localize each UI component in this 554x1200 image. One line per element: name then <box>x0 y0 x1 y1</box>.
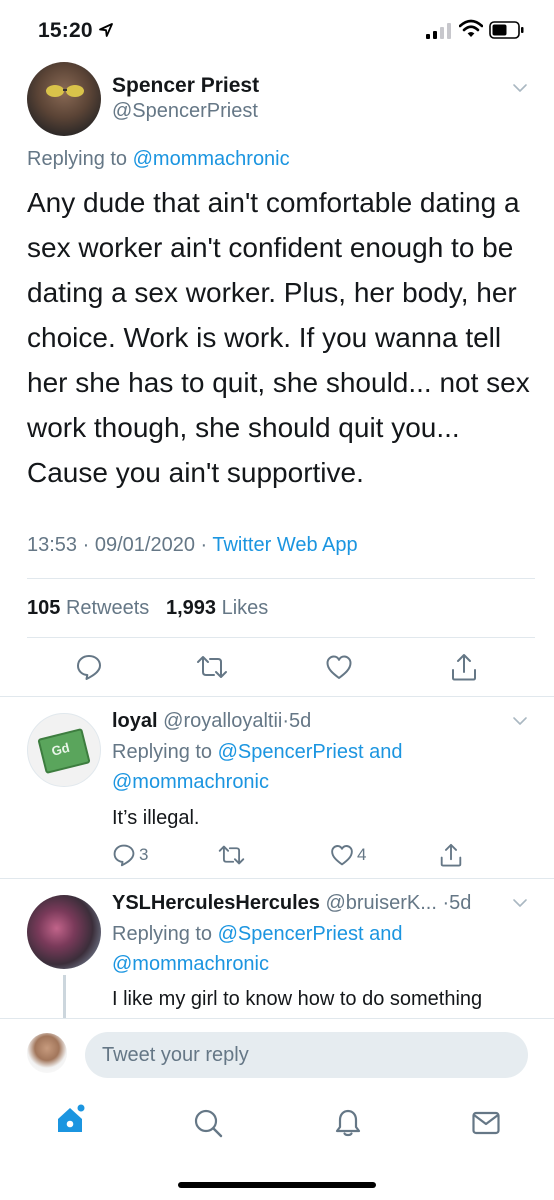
reply-input-placeholder: Tweet your reply <box>102 1044 249 1066</box>
like-count: 4 <box>357 845 367 864</box>
tweet-actions <box>0 653 554 683</box>
user-handle[interactable]: @bruiserK... <box>325 892 436 914</box>
location-arrow-icon <box>99 23 113 37</box>
avatar[interactable] <box>27 895 101 969</box>
messages-icon[interactable] <box>471 1108 501 1138</box>
reply-header: loyal @royalloyaltii·5d <box>112 710 312 732</box>
reply-text: It’s illegal. <box>112 807 200 829</box>
thread-line <box>63 975 66 1019</box>
like-icon[interactable] <box>325 653 353 681</box>
tweet-text: Any dude that ain't comfortable dating a… <box>27 187 530 488</box>
home-indicator[interactable] <box>178 1182 376 1188</box>
replying-to-link[interactable]: @SpencerPriest <box>218 741 364 763</box>
replying-to-prefix: Replying to <box>112 923 213 945</box>
tweet-time: 13:53 <box>27 534 78 556</box>
replying-to-link[interactable]: @mommachronic <box>112 953 269 975</box>
replying-to: Replying to @SpencerPriest and <box>112 741 402 764</box>
replying-to-second: @mommachronic <box>112 953 269 976</box>
reply-header: YSLHerculesHercules @bruiserK... ·5d <box>112 892 472 914</box>
reply-age: 5d <box>289 710 312 732</box>
status-bar: 15:20 <box>0 0 554 60</box>
tweet-meta: 13:53 · 09/01/2020 · Twitter Web App <box>27 534 358 556</box>
status-time: 15:20 <box>38 19 93 42</box>
reply-tweet[interactable]: YSLHerculesHercules @bruiserK... ·5d Rep… <box>0 879 554 1019</box>
retweet-icon[interactable] <box>218 843 245 867</box>
retweets-label: Retweets <box>65 597 150 619</box>
like-icon[interactable] <box>330 843 354 867</box>
battery-icon <box>489 21 524 39</box>
display-name[interactable]: Spencer Priest <box>112 74 259 98</box>
reply-composer: Tweet your reply <box>0 1018 554 1094</box>
home-icon[interactable] <box>55 1104 87 1136</box>
reply-input[interactable]: Tweet your reply <box>85 1032 528 1078</box>
divider <box>27 578 535 579</box>
tweet-date: 09/01/2020 <box>94 534 195 556</box>
divider <box>27 637 535 638</box>
replying-to-prefix: Replying to <box>27 148 128 170</box>
replying-to: Replying to @mommachronic <box>27 148 290 171</box>
likes-count: 1,993 <box>165 597 217 619</box>
replying-to-second: @mommachronic <box>112 771 269 794</box>
reply-icon[interactable] <box>112 843 136 867</box>
likes-label: Likes <box>221 597 269 619</box>
user-handle[interactable]: @SpencerPriest <box>112 100 258 123</box>
replying-to-link[interactable]: @mommachronic <box>133 148 290 170</box>
search-icon[interactable] <box>193 1108 223 1138</box>
reply-tweet[interactable]: Gd loyal @royalloyaltii·5d Replying to @… <box>0 697 554 877</box>
reply-actions: 3 4 <box>0 843 554 867</box>
avatar[interactable] <box>27 1033 67 1073</box>
replying-to: Replying to @SpencerPriest and <box>112 923 402 946</box>
sunglasses-graphic <box>46 85 84 97</box>
likes-stat[interactable]: 1,993 Likes <box>166 597 268 619</box>
retweet-icon[interactable] <box>196 653 228 681</box>
replying-to-prefix: Replying to <box>112 741 213 763</box>
share-icon[interactable] <box>451 653 477 681</box>
reply-count: 3 <box>139 845 149 864</box>
element-tile-graphic: Gd <box>37 727 91 775</box>
retweets-stat[interactable]: 105 Retweets <box>27 597 149 619</box>
user-handle[interactable]: @royalloyaltii <box>163 710 282 732</box>
tweet-stats: 105 Retweets 1,993 Likes <box>27 597 268 620</box>
replying-to-link[interactable]: @mommachronic <box>112 771 269 793</box>
reply-age: 5d <box>449 892 472 914</box>
reply-icon[interactable] <box>75 653 103 681</box>
replying-to-and: and <box>369 923 403 945</box>
chevron-down-icon[interactable] <box>512 897 528 909</box>
notifications-icon[interactable] <box>333 1108 363 1138</box>
share-icon[interactable] <box>440 843 462 867</box>
avatar[interactable]: Gd <box>27 713 101 787</box>
element-symbol: Gd <box>49 739 72 759</box>
display-name[interactable]: YSLHerculesHercules <box>112 892 320 914</box>
tweet-source-link[interactable]: Twitter Web App <box>212 534 357 556</box>
reply-text: I like my girl to know how to do somethi… <box>112 988 483 1010</box>
signal-icon <box>426 23 451 39</box>
wifi-icon <box>459 19 483 37</box>
chevron-down-icon[interactable] <box>512 715 528 727</box>
display-name[interactable]: loyal <box>112 710 158 732</box>
retweets-count: 105 <box>27 597 61 619</box>
replying-to-link[interactable]: @SpencerPriest <box>218 923 364 945</box>
replying-to-and: and <box>369 741 403 763</box>
avatar[interactable] <box>27 62 101 136</box>
chevron-down-icon[interactable] <box>512 82 528 94</box>
